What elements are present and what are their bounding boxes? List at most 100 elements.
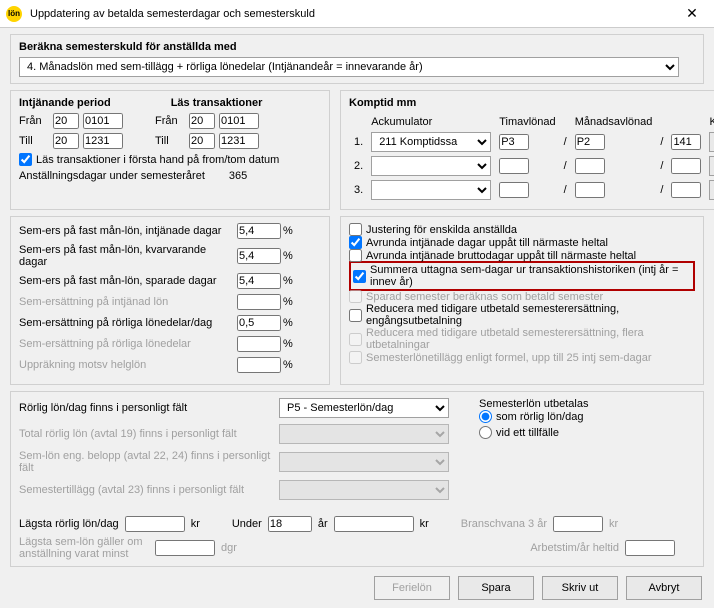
period-to-year[interactable] xyxy=(53,133,79,149)
p5-select-0[interactable]: P5 - Semesterlön/dag xyxy=(279,398,449,418)
under-label: Under xyxy=(232,518,262,530)
p5-select-3 xyxy=(279,480,449,500)
pct-0: % xyxy=(283,225,293,237)
tim-3[interactable] xyxy=(499,182,529,198)
galler-label: Lägsta sem-lön gäller om anställning var… xyxy=(19,536,149,560)
opt-label-5: Reducera med tidigare utbetald semestere… xyxy=(366,303,695,327)
akk-3[interactable] xyxy=(371,180,491,200)
sem-val-3[interactable] xyxy=(237,294,281,310)
utbet-r2-label: vid ett tillfälle xyxy=(496,427,559,439)
sem-val-6[interactable] xyxy=(237,357,281,373)
sem-label-1: Sem-ers på fast mån-lön, kvarvarande dag… xyxy=(19,244,237,268)
utbet-r2[interactable] xyxy=(479,426,492,439)
opt-check-7 xyxy=(349,351,362,364)
akk-1[interactable]: 211 Komptidssaldo xyxy=(371,132,491,152)
trans-from-year[interactable] xyxy=(189,113,215,129)
bransch-label: Branschvana 3 år xyxy=(461,518,547,530)
man-3[interactable] xyxy=(575,182,605,198)
tim-1[interactable] xyxy=(499,134,529,150)
dgr-label: dgr xyxy=(221,542,237,554)
sem-val-4[interactable] xyxy=(237,315,281,331)
arbtim-label: Arbetstim/år heltid xyxy=(530,542,619,554)
akk-2[interactable] xyxy=(371,156,491,176)
under-input[interactable] xyxy=(268,516,312,532)
app-icon: lön xyxy=(6,6,22,22)
kont-btn-1[interactable]: … xyxy=(709,132,714,152)
kont-2[interactable] xyxy=(671,158,701,174)
bransch-input[interactable] xyxy=(553,516,603,532)
opt-check-0[interactable] xyxy=(349,223,362,236)
trans-to-md[interactable] xyxy=(219,133,259,149)
opt-check-6 xyxy=(349,333,362,346)
to-label: Till xyxy=(19,135,49,147)
sem-label-3: Sem-ersättning på intjänad lön xyxy=(19,296,237,308)
calc-heading: Beräkna semesterskuld för anställda med xyxy=(19,41,695,53)
anst-value: 365 xyxy=(229,170,247,182)
row3-n: 3. xyxy=(351,179,366,201)
opt-check-4 xyxy=(349,290,362,303)
sem-label-4: Sem-ersättning på rörliga lönedelar/dag xyxy=(19,317,237,329)
pct-2: % xyxy=(283,275,293,287)
man-header: Månadsavlönad xyxy=(572,115,656,129)
opt-label-1: Avrunda intjänade dagar uppåt till närma… xyxy=(366,237,608,249)
calc-select[interactable]: 4. Månadslön med sem-tillägg + rörliga l… xyxy=(19,57,679,77)
utbet-heading: Semesterlön utbetalas xyxy=(479,398,588,410)
row1-n: 1. xyxy=(351,131,366,153)
period-heading: Intjänande period xyxy=(19,97,111,109)
man-1[interactable] xyxy=(575,134,605,150)
sem-label-6: Uppräkning motsv helglön xyxy=(19,359,237,371)
opt-check-1[interactable] xyxy=(349,236,362,249)
lagsta-label: Lägsta rörlig lön/dag xyxy=(19,518,119,530)
arbtim-input[interactable] xyxy=(625,540,675,556)
avbryt-button[interactable]: Avbryt xyxy=(626,576,702,600)
ferie-button: Ferielön xyxy=(374,576,450,600)
readfirst-label: Läs transaktioner i första hand på from/… xyxy=(36,154,279,166)
trans-heading: Läs transaktioner xyxy=(171,97,263,109)
kont-btn-3[interactable]: … xyxy=(709,180,714,200)
under-kr-input[interactable] xyxy=(334,516,414,532)
kont-1[interactable] xyxy=(671,134,701,150)
p5-label-1: Total rörlig lön (avtal 19) finns i pers… xyxy=(19,428,279,440)
sem-label-2: Sem-ers på fast mån-lön, sparade dagar xyxy=(19,275,237,287)
opt-check-5[interactable] xyxy=(349,309,362,322)
kont-btn-2[interactable]: … xyxy=(709,156,714,176)
opt-check-3[interactable] xyxy=(353,270,366,283)
sem-val-5[interactable] xyxy=(237,336,281,352)
period-from-year[interactable] xyxy=(53,113,79,129)
opt-label-2: Avrunda intjänade bruttodagar uppåt till… xyxy=(366,250,636,262)
lagsta-input[interactable] xyxy=(125,516,185,532)
sem-val-2[interactable] xyxy=(237,273,281,289)
komptid-heading: Komptid mm xyxy=(349,97,714,109)
skriv-button[interactable]: Skriv ut xyxy=(542,576,618,600)
from-label: Från xyxy=(19,115,49,127)
akk-header: Ackumulator xyxy=(368,115,494,129)
period-to-md[interactable] xyxy=(83,133,123,149)
opt-label-4: Sparad semester beräknas som betald seme… xyxy=(366,291,603,303)
trans-to-year[interactable] xyxy=(189,133,215,149)
pct-5: % xyxy=(283,338,293,350)
trans-from-label: Från xyxy=(155,115,185,127)
trans-from-md[interactable] xyxy=(219,113,259,129)
kont-3[interactable] xyxy=(671,182,701,198)
ar-label: år xyxy=(318,518,328,530)
period-from-md[interactable] xyxy=(83,113,123,129)
p5-label-2: Sem-lön eng. belopp (avtal 22, 24) finns… xyxy=(19,450,279,474)
utbet-r1-label: som rörlig lön/dag xyxy=(496,411,583,423)
p5-label-0: Rörlig lön/dag finns i personligt fält xyxy=(19,402,279,414)
man-2[interactable] xyxy=(575,158,605,174)
trans-to-label: Till xyxy=(155,135,185,147)
galler-input[interactable] xyxy=(155,540,215,556)
tim-2[interactable] xyxy=(499,158,529,174)
kr2: kr xyxy=(420,518,429,530)
pct-6: % xyxy=(283,359,293,371)
close-icon[interactable]: ✕ xyxy=(676,5,708,22)
sem-val-0[interactable] xyxy=(237,223,281,239)
pct-4: % xyxy=(283,317,293,329)
sem-val-1[interactable] xyxy=(237,248,281,264)
readfirst-check[interactable] xyxy=(19,153,32,166)
opt-check-2[interactable] xyxy=(349,249,362,262)
spara-button[interactable]: Spara xyxy=(458,576,534,600)
utbet-r1[interactable] xyxy=(479,410,492,423)
opt-label-3: Summera uttagna sem-dagar ur transaktion… xyxy=(370,264,691,288)
anst-label: Anställningsdagar under semesteråret xyxy=(19,170,205,182)
